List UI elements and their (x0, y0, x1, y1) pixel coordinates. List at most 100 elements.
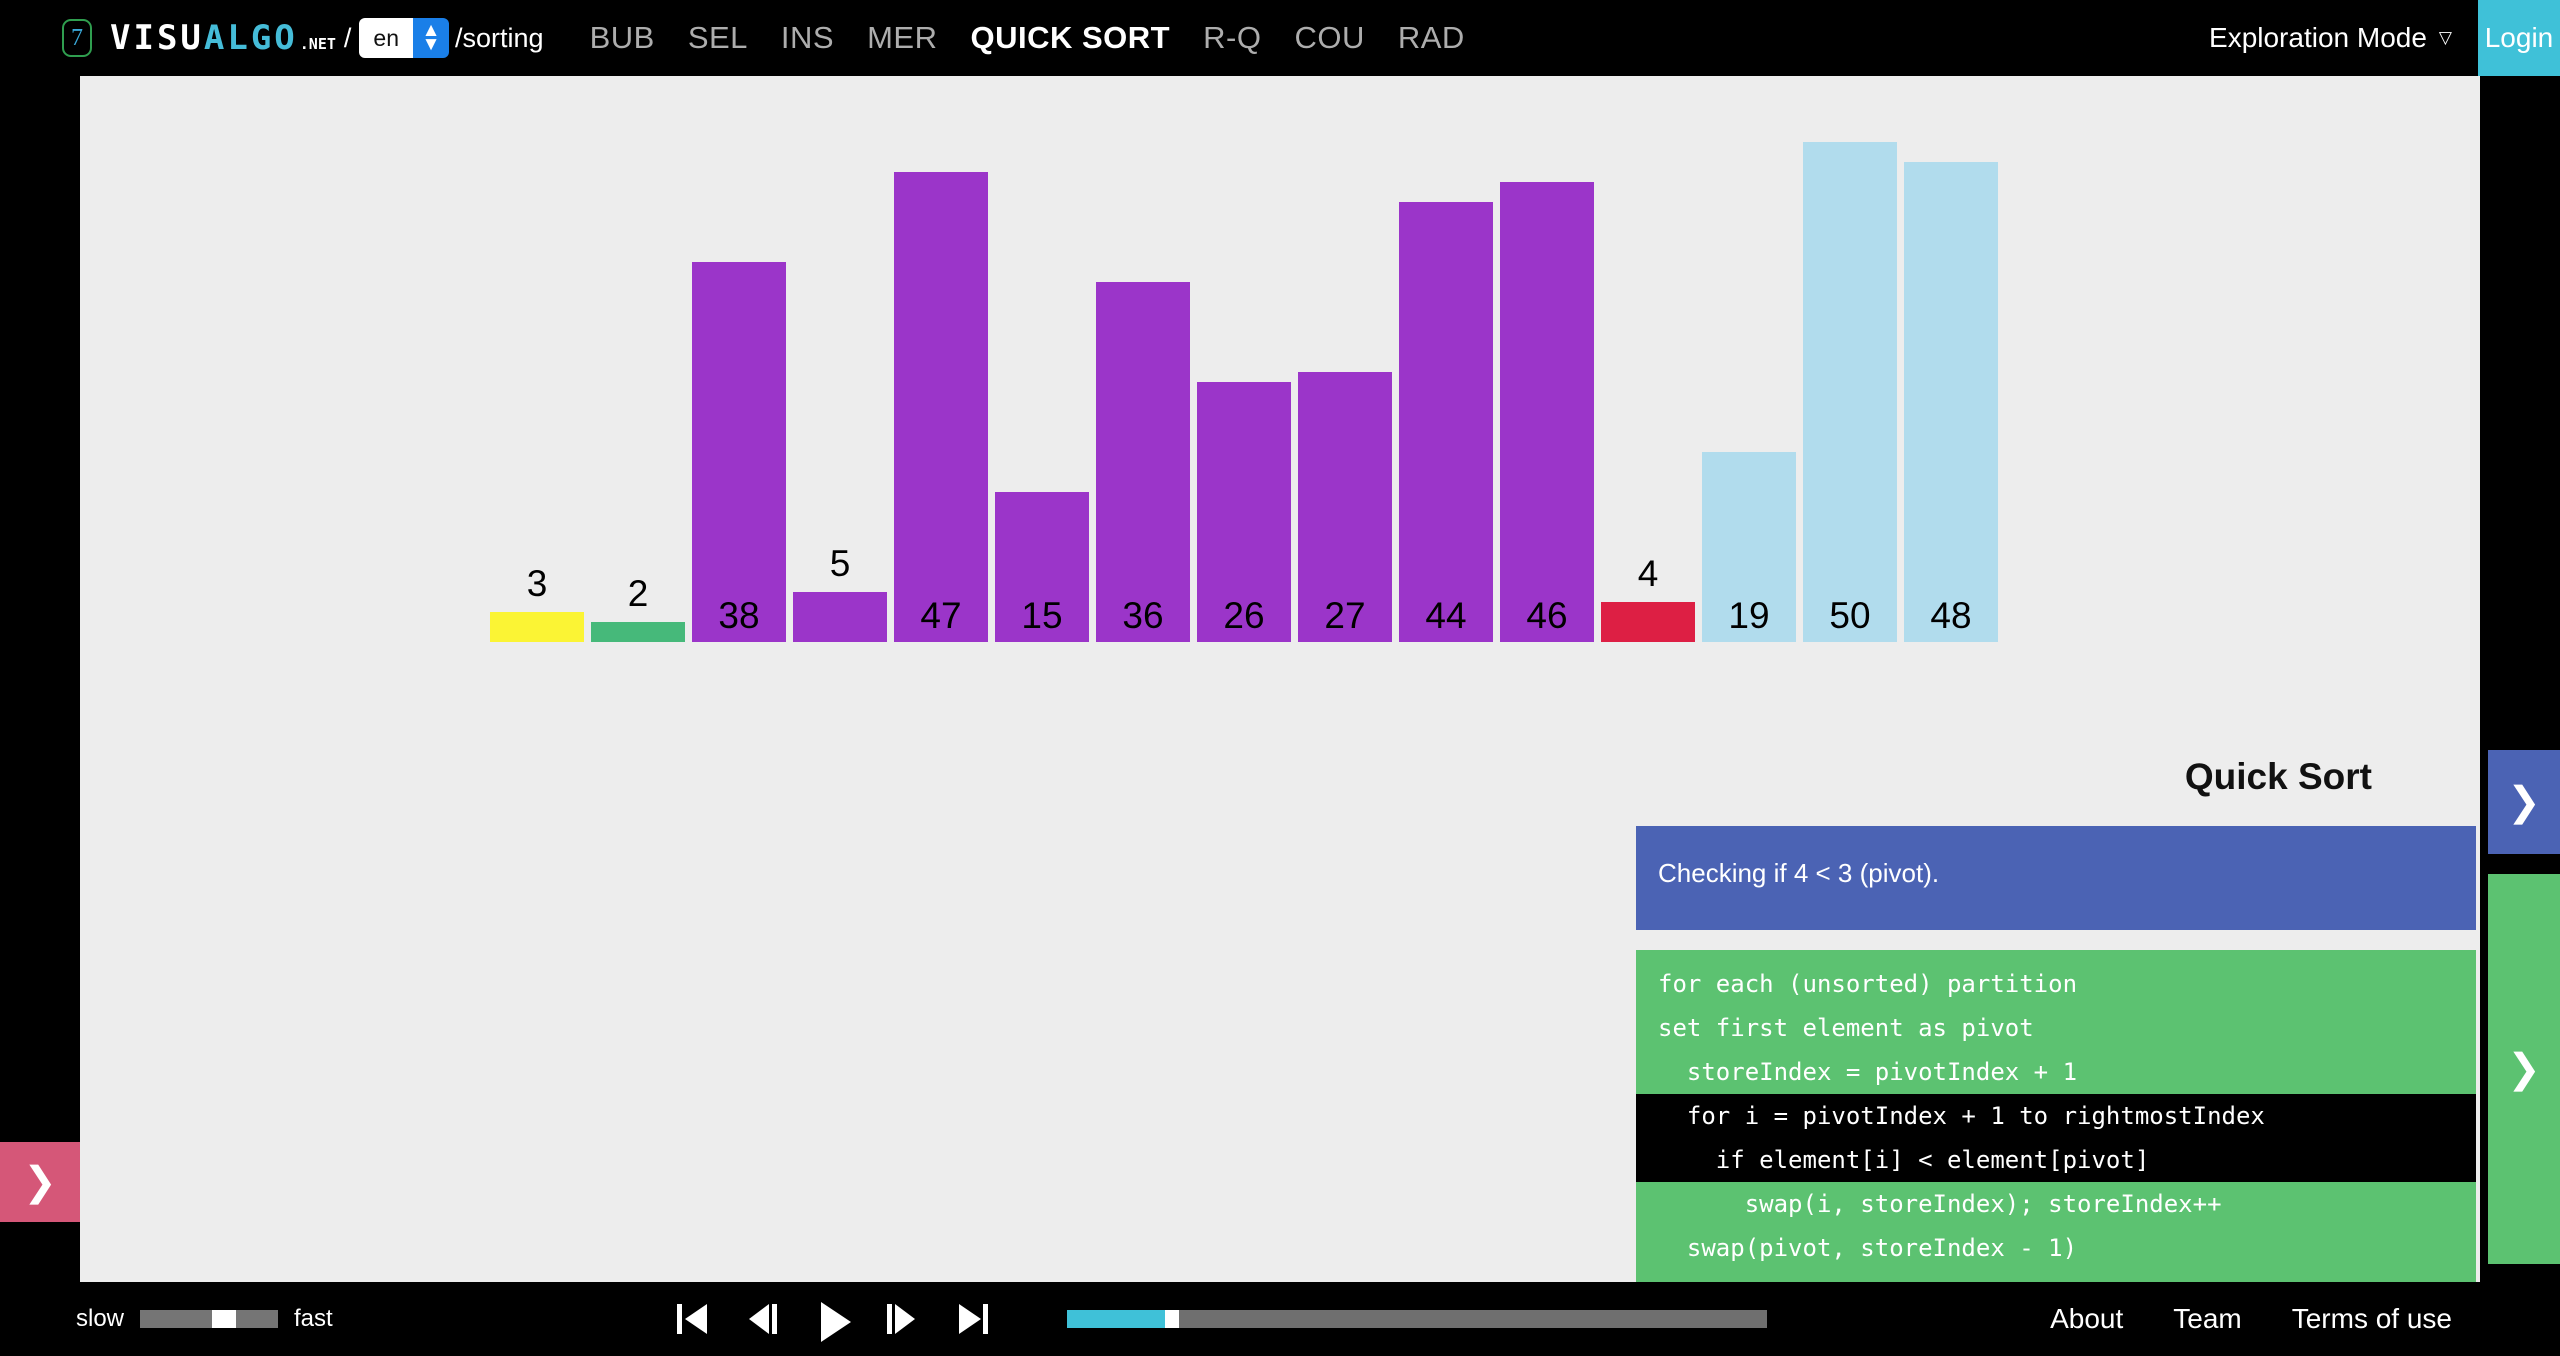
nav-item-cou[interactable]: COU (1294, 20, 1364, 56)
footer-links: About Team Terms of use (2050, 1303, 2452, 1335)
footer-link-terms[interactable]: Terms of use (2292, 1303, 2452, 1335)
bar-value-label: 48 (1930, 595, 1972, 636)
status-message-text: Checking if 4 < 3 (pivot). (1658, 858, 1940, 888)
chevron-right-icon: ❯ (2507, 1047, 2541, 1091)
footer-link-about[interactable]: About (2050, 1303, 2123, 1335)
play-button[interactable] (813, 1298, 851, 1342)
route-label: /sorting (455, 22, 544, 53)
wordmark-visu: VISU (110, 18, 204, 58)
progress-slider[interactable] (1066, 1310, 1767, 1328)
bar-item: 26 (1197, 142, 1291, 642)
nav-item-rad[interactable]: RAD (1398, 20, 1465, 56)
bar-value-label: 27 (1324, 595, 1366, 636)
exploration-mode-dropdown[interactable]: Exploration Mode ▽ (2183, 0, 2478, 76)
transport-controls (673, 1298, 1767, 1342)
language-value: en (359, 18, 414, 58)
step-backward-button[interactable] (743, 1298, 781, 1340)
bar-item: 15 (995, 142, 1089, 642)
skip-to-end-button[interactable] (953, 1298, 991, 1340)
language-select[interactable]: en ▲ ▼ (359, 18, 450, 58)
logo-badge-text: 7 (71, 24, 83, 51)
bar-item: 48 (1904, 142, 1998, 642)
step-forward-button[interactable] (883, 1298, 921, 1340)
chevron-down-icon: ▽ (2438, 28, 2452, 47)
bar-rect (1601, 602, 1695, 642)
nav-item-quick-sort[interactable]: QUICK SORT (971, 20, 1171, 56)
bar-value-label: 50 (1829, 595, 1871, 636)
bar-item: 47 (894, 142, 988, 642)
pseudocode-line: if element[i] < element[pivot] (1636, 1138, 2476, 1182)
bar-item: 4 (1601, 142, 1695, 642)
bar-value-label: 38 (718, 595, 760, 636)
bar-value-label: 2 (627, 573, 649, 614)
bar-item: 19 (1702, 142, 1796, 642)
login-button[interactable]: Login (2478, 0, 2560, 76)
progress-fill (1066, 1310, 1165, 1328)
bar-item: 44 (1399, 142, 1493, 642)
bar-rect (1803, 142, 1897, 642)
nav-item-mer[interactable]: MER (867, 20, 937, 56)
bar-value-label: 5 (829, 543, 851, 584)
speed-control[interactable]: slow fast (76, 1305, 333, 1333)
progress-thumb[interactable] (1164, 1310, 1179, 1328)
nav-item-r-q[interactable]: R-Q (1203, 20, 1261, 56)
speed-fast-label: fast (294, 1305, 333, 1332)
logo-slash: / (343, 22, 352, 53)
bar-item: 27 (1298, 142, 1392, 642)
logo-badge-icon: 7 (62, 19, 92, 57)
wordmark-algo: ALGO (203, 18, 298, 58)
chevron-right-icon: ❯ (23, 1160, 57, 1204)
bar-value-label: 36 (1122, 595, 1164, 636)
wordmark: VISU ALGO .NET (110, 18, 336, 58)
bar-value-label: 4 (1637, 553, 1659, 594)
footer-link-team[interactable]: Team (2173, 1303, 2241, 1335)
bar-item: 46 (1500, 142, 1594, 642)
pseudocode-line: set first element as pivot (1658, 1014, 2034, 1042)
bar-rect (490, 612, 584, 642)
bar-value-label: 44 (1425, 595, 1467, 636)
bar-value-label: 46 (1526, 595, 1568, 636)
bar-rect (692, 262, 786, 642)
pseudocode-line: swap(pivot, storeIndex - 1) (1658, 1234, 2078, 1262)
algorithm-nav: BUB SEL INS MER QUICK SORT R-Q COU RAD (590, 20, 1465, 56)
left-panel-toggle-tab[interactable]: ❯ (0, 1142, 80, 1222)
bar-value-label: 47 (920, 595, 962, 636)
wordmark-net: .NET (299, 35, 336, 53)
bar-chart: 3 2 38 5 47 15 36 26 27 44 46 4 19 50 48 (80, 142, 2480, 642)
speed-slider[interactable] (140, 1310, 279, 1328)
pseudocode-line: swap(i, storeIndex); storeIndex++ (1658, 1190, 2222, 1218)
pseudocode-panel: for each (unsorted) partition set first e… (1636, 950, 2476, 1288)
speed-slider-thumb[interactable] (212, 1310, 237, 1328)
bar-rect (1500, 182, 1594, 642)
skip-to-start-button[interactable] (673, 1298, 711, 1340)
chevron-right-icon: ❯ (2507, 780, 2541, 824)
header-right-group: Exploration Mode ▽ Login (2183, 0, 2560, 76)
nav-item-sel[interactable]: SEL (688, 20, 748, 56)
bar-rect (1399, 202, 1493, 642)
bar-rect (1904, 162, 1998, 642)
status-panel-toggle-tab[interactable]: ❯ (2488, 750, 2560, 854)
bar-item: 36 (1096, 142, 1190, 642)
bar-item: 2 (591, 142, 685, 642)
bar-rect (894, 172, 988, 642)
nav-item-ins[interactable]: INS (781, 20, 834, 56)
pseudocode-line: for each (unsorted) partition (1658, 970, 2078, 998)
playback-footer: slow fast About Team Terms of use (0, 1282, 2560, 1356)
bar-value-label: 3 (526, 563, 548, 604)
bar-value-label: 15 (1021, 595, 1063, 636)
bar-item: 5 (793, 142, 887, 642)
pseudocode-line: for i = pivotIndex + 1 to rightmostIndex (1636, 1094, 2476, 1138)
pseudocode-panel-toggle-tab[interactable]: ❯ (2488, 874, 2560, 1264)
bar-rect (1096, 282, 1190, 642)
exploration-mode-label: Exploration Mode (2209, 22, 2427, 53)
page-title: Quick Sort (2184, 756, 2372, 797)
speed-slow-label: slow (76, 1305, 125, 1332)
pseudocode-line: storeIndex = pivotIndex + 1 (1658, 1058, 2078, 1086)
app-header: 7 VISU ALGO .NET / en ▲ ▼ /sorting BUB SEL … (0, 0, 2560, 76)
status-message-box: Checking if 4 < 3 (pivot). (1636, 826, 2476, 930)
bar-item: 38 (692, 142, 786, 642)
nav-item-bub[interactable]: BUB (590, 20, 655, 56)
visualgo-logo[interactable]: 7 VISU ALGO .NET (62, 18, 336, 58)
chevron-updown-icon: ▲ ▼ (413, 18, 450, 58)
bar-item: 50 (1803, 142, 1897, 642)
